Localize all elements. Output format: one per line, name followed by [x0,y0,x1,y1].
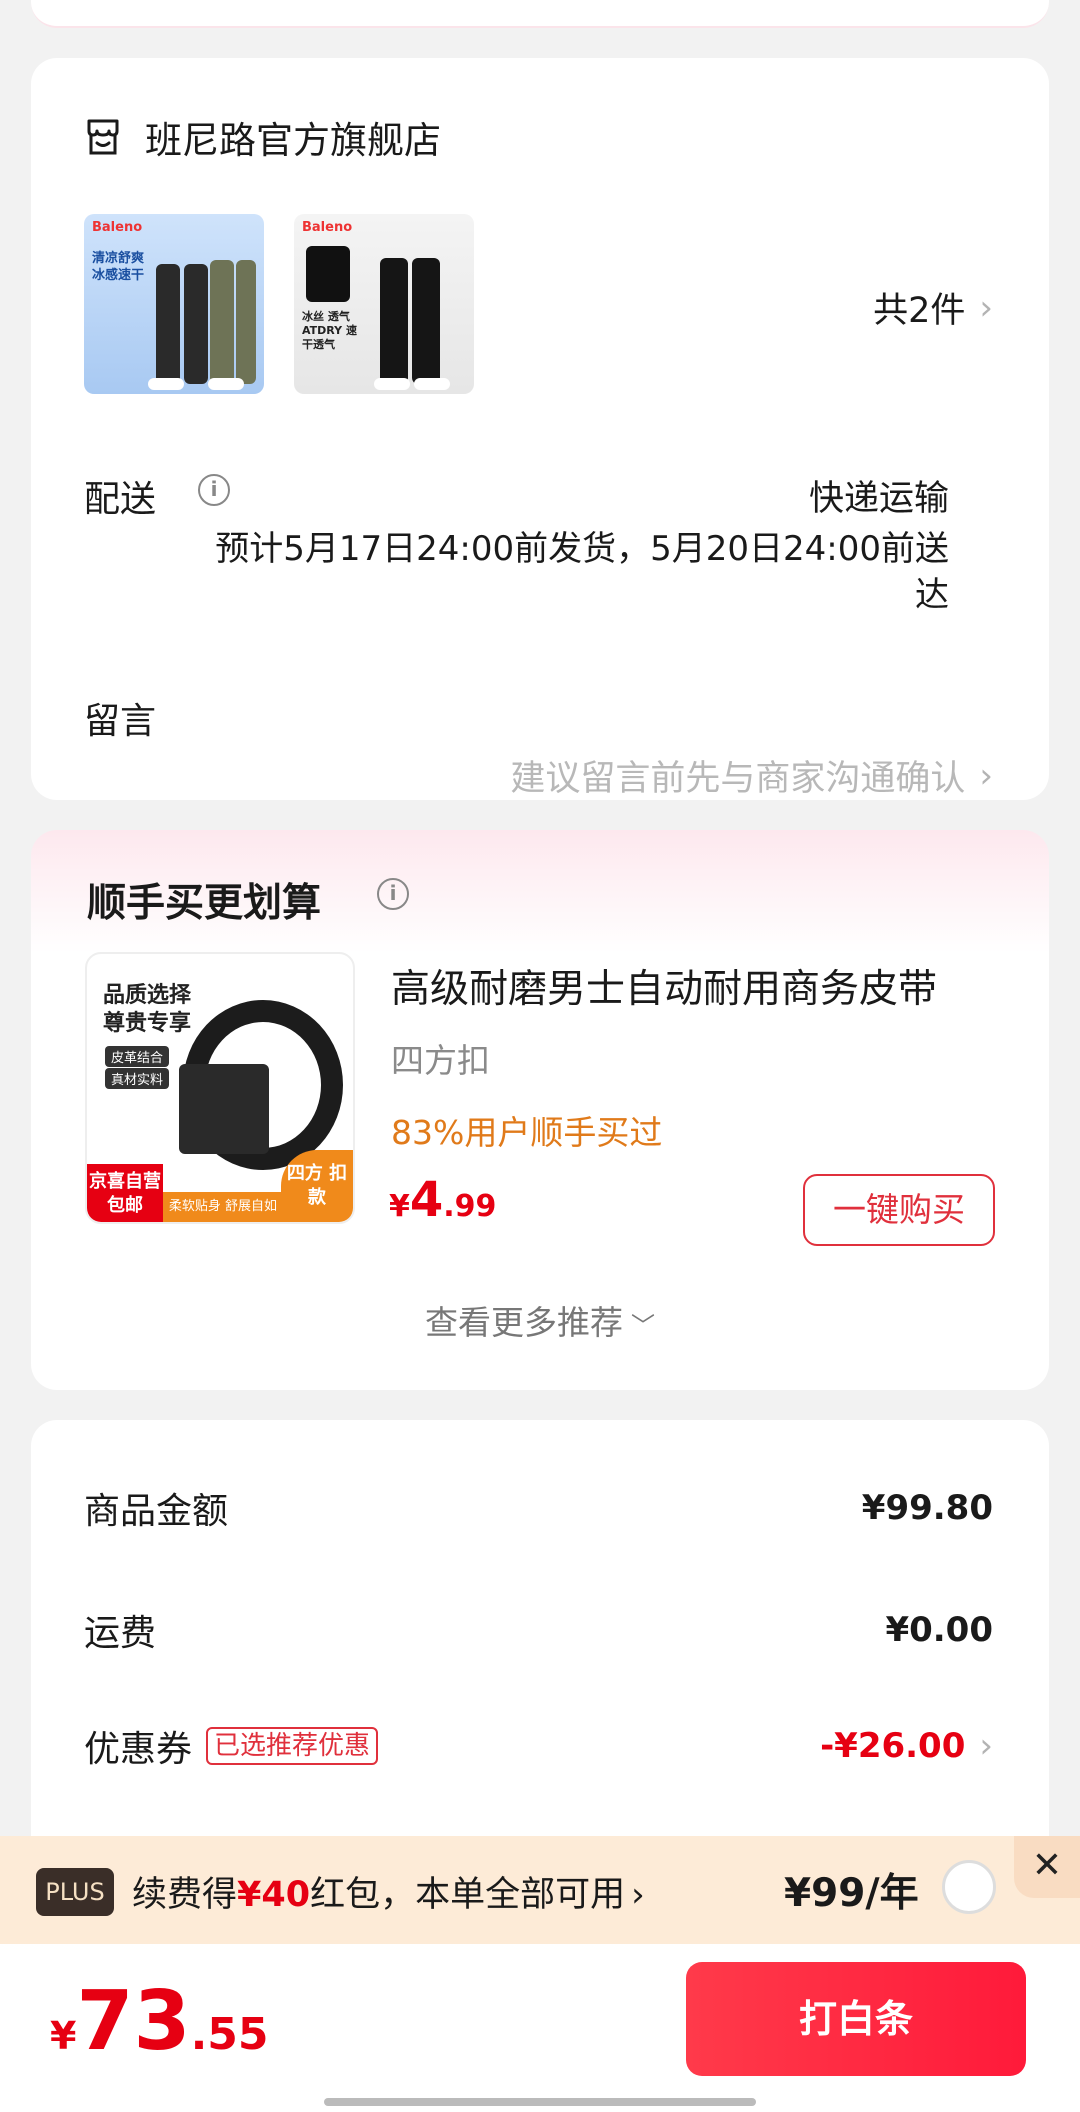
order-total: ¥73.55 [50,1974,269,2069]
goods-amount-label: 商品金额 [84,1491,229,1532]
recommended-product-variant: 四方扣 [391,1041,490,1080]
price-currency: ¥ [389,1189,410,1224]
one-click-buy-button[interactable]: 一键购买 [803,1174,995,1246]
chevron-down-icon: ﹀ [631,1312,655,1340]
total-decimal: .55 [190,2009,269,2060]
goods-amount-value: ¥99.80 [861,1488,993,1528]
plus-price: ¥99/年 [784,1871,919,1916]
see-more-recommendations[interactable]: 查看更多推荐 ﹀ [31,1296,1049,1344]
chevron-right-icon: › [979,1726,993,1766]
image-red-tag: 京喜自营 包邮 [87,1164,163,1222]
image-headline: 品质选择 尊贵专享 [103,983,192,1036]
store-order-card: 班尼路官方旗舰店 Baleno 清凉舒爽 冰感速干 Baleno 冰丝 透气 A… [31,58,1049,800]
delivery-method: 快递运输 [808,479,949,519]
coupon-value: -¥26.00 [820,1726,966,1766]
shoe [208,378,244,390]
price-integer: 4 [409,1172,444,1228]
close-icon[interactable]: ✕ [1014,1836,1080,1898]
store-header[interactable]: 班尼路官方旗舰店 [83,110,441,164]
pants-leg [412,258,440,384]
shoe [414,378,450,390]
image-pill: 真材实料 [105,1068,170,1089]
fabric-swatch [306,246,350,302]
note-placeholder: 建议留言前先与商家沟通确认 [510,759,966,799]
plus-text-pre: 续费得 [132,1875,238,1915]
shipping-fee-row: 运费 ¥0.00 [84,1604,993,1656]
image-corner-badge: 四方 扣款 [281,1150,353,1222]
plus-amount: ¥40 [237,1875,311,1915]
social-proof: 83%用户顺手买过 [391,1113,663,1152]
item-count-row[interactable]: 共2件 › [873,282,993,333]
plus-badge: PLUS [36,1868,114,1916]
product-tagline: 冰丝 透气 ATDRY 速干透气 [302,310,357,351]
product-tagline: 清凉舒爽 冰感速干 [92,251,145,283]
store-name: 班尼路官方旗舰店 [145,119,441,162]
delivery-label: 配送 [84,479,157,520]
delivery-eta: 预计5月17日24:00前发货，5月20日24:00前送达 [215,529,949,615]
item-count: 共2件 [873,291,966,331]
recommendation-title: 顺手买更划算 [87,881,322,926]
product-thumbnail-2[interactable]: Baleno 冰丝 透气 ATDRY 速干透气 [294,214,474,394]
total-currency: ¥ [50,2014,77,2058]
note-input[interactable]: 建议留言前先与商家沟通确认 › [510,750,993,801]
pants-leg [210,260,234,384]
store-icon [87,119,119,155]
pants-leg [236,260,256,384]
coupon-badge: 已选推荐优惠 [206,1727,379,1765]
product-thumbnail-1[interactable]: Baleno 清凉舒爽 冰感速干 [84,214,264,394]
plus-renewal-banner[interactable]: PLUS 续费得¥40红包，本单全部可用 › ¥99/年 ✕ [0,1836,1080,1944]
recommendation-card: 顺手买更划算 i 品质选择 尊贵专享 皮革结合 真材实料 京喜自营 包邮 柔软贴… [31,830,1049,1390]
image-pill: 皮革结合 [105,1046,170,1067]
shoe [374,378,410,390]
shoe [148,378,184,390]
chevron-right-icon: › [979,287,993,328]
buckle-shape [179,1064,269,1154]
pay-with-baitiao-button[interactable]: 打白条 [686,1962,1026,2076]
recommended-product-name[interactable]: 高级耐磨男士自动耐用商务皮带 [391,958,937,1014]
recommended-product-image[interactable]: 品质选择 尊贵专享 皮革结合 真材实料 京喜自营 包邮 柔软贴身 舒展自如 四方… [85,952,355,1224]
pants-leg [156,264,180,384]
total-integer: 73 [76,1974,191,2069]
brand-logo: Baleno [92,220,143,235]
home-indicator[interactable] [324,2098,756,2106]
shipping-fee-value: ¥0.00 [885,1610,993,1650]
goods-amount-row: 商品金额 ¥99.80 [84,1482,993,1534]
info-icon[interactable]: i [198,474,230,506]
plus-offer-text[interactable]: 续费得¥40红包，本单全部可用 › [132,1866,645,1917]
checkout-bar: ¥73.55 打白条 [0,1944,1080,2112]
recommended-product-price: ¥4.99 [389,1172,496,1228]
pants-leg [184,264,208,384]
image-orange-bar: 柔软贴身 舒展自如 [163,1192,283,1222]
price-decimal: .99 [443,1189,497,1224]
previous-card-edge [31,0,1049,28]
coupon-label: 优惠券 [84,1729,193,1770]
info-icon[interactable]: i [377,878,409,910]
coupon-row[interactable]: 优惠券 已选推荐优惠 -¥26.00 › [84,1720,993,1772]
note-label: 留言 [84,701,157,742]
shipping-fee-label: 运费 [84,1613,157,1654]
pants-leg [380,258,408,384]
chevron-right-icon: › [979,755,993,796]
plus-select-radio[interactable] [942,1860,996,1914]
see-more-label: 查看更多推荐 [425,1303,623,1342]
chevron-right-icon: › [631,1875,645,1915]
plus-text-post: 红包，本单全部可用 [310,1875,626,1915]
brand-logo: Baleno [302,220,353,235]
